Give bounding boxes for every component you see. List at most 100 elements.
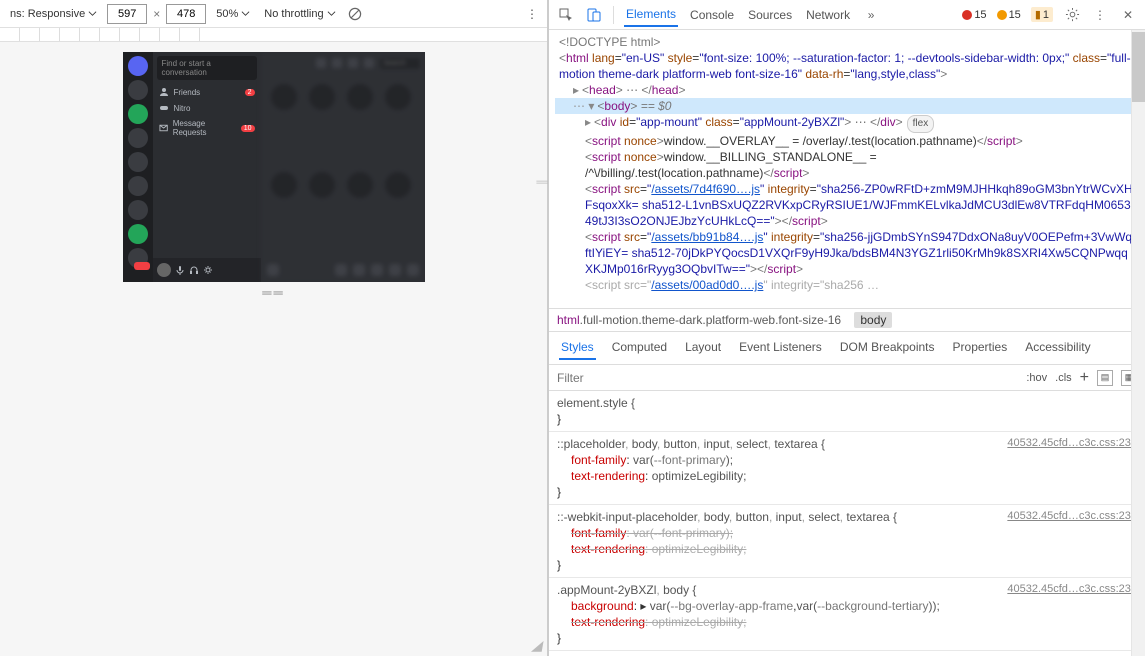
guild-explore[interactable] xyxy=(128,224,148,244)
truncated-line: <script src="/assets/00ad0d0….js" integr… xyxy=(555,277,1139,293)
footer-icon[interactable] xyxy=(353,264,365,276)
chevron-down-icon xyxy=(88,9,97,18)
tab-sources[interactable]: Sources xyxy=(746,4,794,26)
tab-dom-breakpoints[interactable]: DOM Breakpoints xyxy=(838,336,937,360)
nitro-link[interactable]: Nitro xyxy=(153,100,261,116)
main-content-blurred: Search xyxy=(261,52,425,282)
resize-handle-right[interactable]: ║ xyxy=(541,142,547,222)
throttling-label: No throttling xyxy=(264,8,323,20)
guild-item[interactable] xyxy=(128,200,148,220)
guild-home[interactable] xyxy=(128,56,148,76)
footer-icon[interactable] xyxy=(407,264,419,276)
selected-node[interactable]: ⋯ ▾<body> == $0 xyxy=(555,98,1139,114)
scrollbar-thumb[interactable] xyxy=(1132,32,1145,102)
dm-search[interactable]: Find or start a conversation xyxy=(157,56,257,80)
friends-label: Friends xyxy=(174,88,201,97)
badge: 10 xyxy=(241,125,255,132)
more-icon[interactable]: ⋮ xyxy=(1091,6,1109,24)
breadcrumb-body[interactable]: body xyxy=(854,312,892,328)
requests-link[interactable]: Message Requests 10 xyxy=(153,116,261,140)
computed-toggle-icon[interactable]: ▤ xyxy=(1097,370,1113,386)
tab-network[interactable]: Network xyxy=(804,4,852,26)
gear-icon[interactable] xyxy=(1063,6,1081,24)
width-input[interactable] xyxy=(107,4,147,24)
breadcrumb[interactable]: html.full-motion.theme-dark.platform-web… xyxy=(549,308,1145,332)
styles-filter-input[interactable] xyxy=(549,367,1018,389)
warnings-badge[interactable]: 15 xyxy=(997,9,1021,21)
channel-sidebar: Find or start a conversation Friends 2 N… xyxy=(153,52,261,282)
chevron-down-icon xyxy=(327,9,336,18)
tab-event-listeners[interactable]: Event Listeners xyxy=(737,336,824,360)
styles-filter-row: :hov .cls + ▤ ▦ xyxy=(549,365,1145,391)
style-rule[interactable]: 40532.45cfd…c3c.css:235 .appMount-2yBXZl… xyxy=(549,651,1145,656)
styles-tabs: Styles Computed Layout Event Listeners D… xyxy=(549,332,1145,365)
friends-icon xyxy=(159,87,169,97)
styles-rules[interactable]: element.style { } 40532.45cfd…c3c.css:23… xyxy=(549,391,1145,656)
device-viewport: Find or start a conversation Friends 2 N… xyxy=(0,42,547,656)
device-toggle-icon[interactable] xyxy=(585,6,603,24)
header-icon[interactable] xyxy=(348,58,358,68)
errors-badge[interactable]: 15 xyxy=(962,9,986,21)
zoom-select[interactable]: 50% xyxy=(212,6,254,22)
envelope-icon xyxy=(159,123,168,133)
resize-corner[interactable]: ◢ xyxy=(531,637,545,654)
style-rule[interactable]: element.style { } xyxy=(549,391,1145,432)
mic-icon[interactable] xyxy=(175,265,185,275)
more-tabs-icon[interactable]: » xyxy=(862,6,880,24)
inspect-icon[interactable] xyxy=(557,6,575,24)
new-style-button[interactable]: + xyxy=(1080,369,1089,387)
css-source-link[interactable]: 40532.45cfd…c3c.css:235 xyxy=(1007,435,1137,451)
style-rule[interactable]: 40532.45cfd…c3c.css:235 ::-webkit-input-… xyxy=(549,505,1145,578)
tab-console[interactable]: Console xyxy=(688,4,736,26)
no-sign-icon[interactable] xyxy=(346,5,364,23)
device-toolbar: ns: Responsive × 50% No throttling ⋮ xyxy=(0,0,547,28)
throttling-select[interactable]: No throttling xyxy=(260,6,339,22)
more-icon[interactable]: ⋮ xyxy=(523,5,541,23)
guild-item[interactable] xyxy=(128,80,148,100)
footer-icon[interactable] xyxy=(389,264,401,276)
device-emulation-pane: ns: Responsive × 50% No throttling ⋮ xyxy=(0,0,548,656)
css-source-link[interactable]: 40532.45cfd…c3c.css:235 xyxy=(1007,508,1137,524)
style-rule[interactable]: 40532.45cfd…c3c.css:235 ::placeholder, b… xyxy=(549,432,1145,505)
gear-icon[interactable] xyxy=(203,265,213,275)
tab-computed[interactable]: Computed xyxy=(610,336,669,360)
issues-badge[interactable]: ▮1 xyxy=(1031,7,1053,22)
css-source-link[interactable]: 40532.45cfd…c3c.css:235 xyxy=(1007,581,1137,597)
close-icon[interactable]: ✕ xyxy=(1119,6,1137,24)
discord-app-frame: Find or start a conversation Friends 2 N… xyxy=(123,52,425,282)
header-icon[interactable] xyxy=(364,58,374,68)
elements-tree[interactable]: <!DOCTYPE html> <html lang="en-US" style… xyxy=(549,30,1145,308)
chevron-down-icon xyxy=(241,9,250,18)
header-icon[interactable] xyxy=(332,58,342,68)
tab-elements[interactable]: Elements xyxy=(624,3,678,27)
friends-link[interactable]: Friends 2 xyxy=(153,84,261,100)
ruler xyxy=(0,28,547,42)
tab-styles[interactable]: Styles xyxy=(559,336,596,360)
guild-item-new[interactable] xyxy=(128,248,148,268)
guild-item[interactable] xyxy=(128,152,148,172)
style-rule[interactable]: 40532.45cfd…c3c.css:235 .appMount-2yBXZl… xyxy=(549,578,1145,651)
requests-label: Message Requests xyxy=(173,119,236,137)
drag-handle[interactable]: ══ xyxy=(123,282,425,303)
header-search[interactable]: Search xyxy=(380,58,420,69)
avatar[interactable] xyxy=(157,263,171,277)
footer-icon[interactable] xyxy=(371,264,383,276)
cls-toggle[interactable]: .cls xyxy=(1055,372,1072,384)
guild-item[interactable] xyxy=(128,128,148,148)
user-panel xyxy=(153,258,261,282)
nitro-icon xyxy=(159,103,169,113)
tab-properties[interactable]: Properties xyxy=(951,336,1010,360)
footer-icon[interactable] xyxy=(335,264,347,276)
headphones-icon[interactable] xyxy=(189,265,199,275)
scrollbar[interactable] xyxy=(1131,30,1145,656)
height-input[interactable] xyxy=(166,4,206,24)
guild-add[interactable] xyxy=(128,104,148,124)
footer-icon[interactable] xyxy=(267,264,279,276)
hov-toggle[interactable]: :hov xyxy=(1026,372,1047,384)
tab-accessibility[interactable]: Accessibility xyxy=(1023,336,1092,360)
tab-layout[interactable]: Layout xyxy=(683,336,723,360)
dimension-separator: × xyxy=(153,7,160,21)
guild-item[interactable] xyxy=(128,176,148,196)
device-select[interactable]: ns: Responsive xyxy=(6,6,101,22)
header-icon[interactable] xyxy=(316,58,326,68)
